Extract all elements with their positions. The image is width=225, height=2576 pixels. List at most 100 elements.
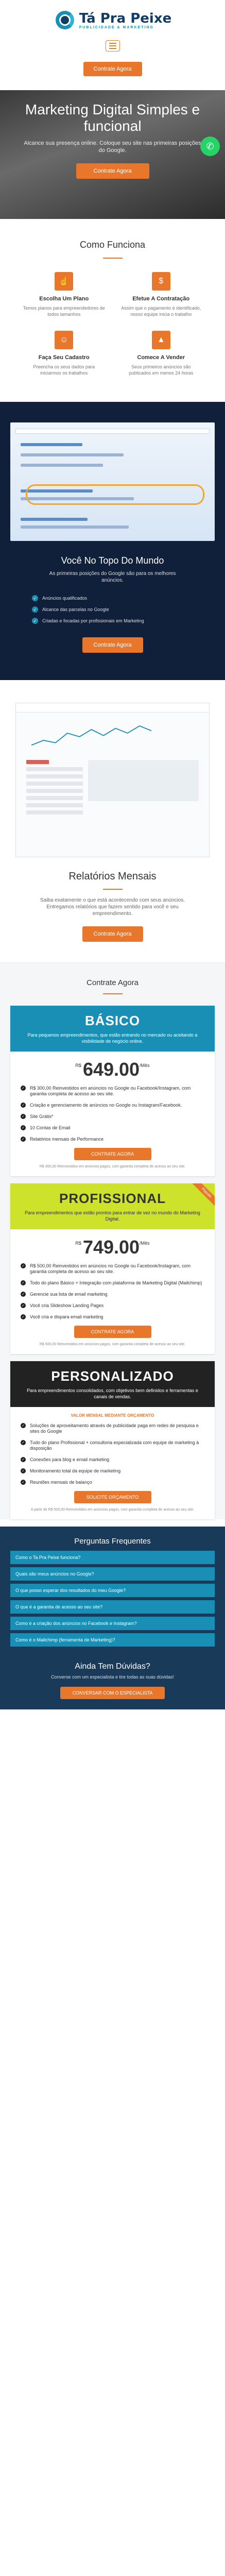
plan-feature: ✓ Conexões para blog e email marketing — [21, 1457, 204, 1463]
plan-note: R$ 500,00 Reinvestidos em anúncios pagos… — [39, 1343, 186, 1346]
section-divider — [102, 993, 123, 994]
feature-item: ☝ Escolha Um Plano Temos planos para emp… — [15, 272, 113, 317]
section-title: Contrate Agora — [86, 978, 139, 987]
report-chart — [31, 725, 152, 746]
check-icon: ✓ — [21, 1086, 26, 1091]
faq-question[interactable]: Como é a criação dos anúncios no Faceboo… — [10, 1617, 215, 1630]
check-icon: ✓ — [21, 1314, 26, 1319]
logo[interactable]: Tá Pra Peixe PUBLICIDADE & MARKETING — [0, 0, 225, 37]
check-icon: ✓ — [21, 1440, 26, 1445]
pricing-section: Contrate Agora BÁSICO Para pequenos empr… — [0, 963, 225, 1519]
check-icon: ✓ — [21, 1292, 26, 1297]
contratar-profissional-button[interactable]: CONTRATE AGORA — [74, 1326, 151, 1338]
check-icon: ✓ — [21, 1263, 26, 1268]
pointer-icon: ☝ — [55, 272, 74, 291]
page: Tá Pra Peixe PUBLICIDADE & MARKETING Con… — [0, 0, 225, 1771]
faq-question[interactable]: Quais são meus anúncios no Google? — [10, 1567, 215, 1581]
hamburger-menu-icon[interactable] — [105, 40, 120, 52]
faq-question[interactable]: Como o Ta Pra Peixe funciona? — [10, 1551, 215, 1564]
plan-price: R$ 749.00 /Mês — [75, 1236, 150, 1258]
plan-feature: ✓ Tudo do plano Profissional + consultori… — [21, 1440, 204, 1451]
plan-feature: ✓ Reuniões mensais de balanço — [21, 1480, 204, 1485]
como-funciona-section: Como Funciona ☝ Escolha Um Plano Temos p… — [0, 219, 225, 386]
feature-item: $ Efetue A Contratação Assim que o pagam… — [113, 272, 210, 317]
list-item: ✓ Anúncios qualificados — [32, 595, 225, 601]
report-dashboard-image — [15, 703, 210, 857]
hero-cta-button[interactable]: Contrate Agora — [76, 163, 149, 179]
faq-title: Perguntas Frequentes — [74, 1537, 151, 1546]
plan-name: BÁSICO — [84, 1013, 141, 1028]
plan-feature: ✓ R$ 300,00 Reinvestidos em anúncios no G… — [21, 1086, 204, 1097]
contratar-basico-button[interactable]: CONTRATE AGORA — [74, 1148, 151, 1160]
duvidas-text: Converse com um especialista e tire toda… — [50, 1674, 175, 1680]
relatorios-section: Relatórios Mensais Saiba exatamente o qu… — [0, 680, 225, 963]
section-divider — [102, 258, 123, 259]
check-icon: ✓ — [21, 1125, 26, 1130]
faq-question[interactable]: O que é a garantia de acesso ao seu site… — [10, 1600, 215, 1614]
plan-feature: ✓ Monitoramento total da equipe de market… — [21, 1468, 204, 1474]
feature-text: Seus primeiros anúncios são publicados e… — [129, 364, 194, 376]
report-table — [26, 760, 83, 822]
plan-note: R$ 300,00 Reinvestidos em anúncios pagos… — [39, 1165, 186, 1168]
relatorios-cta-button[interactable]: Contrate Agora — [82, 926, 143, 942]
plan-feature: ✓ Soluções de aproveitamento através de p… — [21, 1423, 204, 1434]
plan-desc: Para pequenos empreendimentos, que estão… — [27, 1032, 198, 1044]
faq-section: Perguntas Frequentes Como o Ta Pra Peixe… — [0, 1527, 225, 1653]
plan-price: R$ 649.00 /Mês — [75, 1059, 150, 1080]
check-icon: ✓ — [21, 1457, 26, 1462]
plan-name: PROFISSIONAL — [59, 1191, 166, 1206]
section-title: Como Funciona — [79, 240, 146, 250]
check-icon: ✓ — [32, 618, 38, 624]
feature-text: Assim que o pagamento é identificado, no… — [121, 306, 201, 317]
topo-section: Você No Topo Do Mundo As primeiras posiç… — [0, 402, 225, 680]
feature-title: Comece A Vender — [137, 354, 185, 361]
brand-name: Tá Pra Peixe — [79, 10, 172, 26]
footer — [0, 1709, 225, 1771]
plan-desc: Para empreendimentos consolidados, com o… — [27, 1388, 198, 1399]
faq-question[interactable]: O que posso esperar dos resultados do me… — [10, 1584, 215, 1597]
header-cta-button[interactable]: Contrate Agora — [83, 62, 142, 76]
whatsapp-icon[interactable]: ✆ — [200, 137, 220, 156]
plan-feature: ✓ Todo do plano Básico + Integração com p… — [21, 1280, 204, 1286]
check-icon: ✓ — [21, 1280, 26, 1285]
site-header: Tá Pra Peixe PUBLICIDADE & MARKETING Con… — [0, 0, 225, 90]
feature-title: Faça Seu Cadastro — [38, 354, 90, 361]
plan-name: PERSONALIZADO — [51, 1368, 174, 1384]
conversar-especialista-button[interactable]: CONVERSAR COM O ESPECIALISTA — [60, 1687, 165, 1699]
list-item: ✓ Alcance das parcelas no Google — [32, 606, 225, 613]
topo-title: Você No Topo Do Mundo — [61, 555, 164, 566]
plan-basico: BÁSICO Para pequenos empreendimentos, qu… — [10, 1006, 215, 1176]
plan-feature: ✓ R$ 500,00 Reinvestidos em anúncios no G… — [21, 1263, 204, 1275]
relatorios-title: Relatórios Mensais — [68, 871, 157, 882]
check-icon: ✓ — [21, 1423, 26, 1428]
topo-lead: As primeiras posições do Google são para… — [49, 571, 176, 583]
logo-mark-icon — [54, 9, 76, 31]
list-item: ✓ Criadas e focadas por profissionais em … — [32, 618, 225, 624]
plan-personalizado: PERSONALIZADO Para empreendimentos conso… — [10, 1361, 215, 1519]
plan-feature: ✓ Você cria Slideshow Landing Pages — [21, 1303, 204, 1309]
check-icon: ✓ — [32, 595, 38, 601]
feature-item: ▲ Comece A Vender Seus primeiros anúncio… — [113, 331, 210, 376]
plan-feature: ✓ Gerencie sua lista de email marketing — [21, 1292, 204, 1297]
duvidas-section: Ainda Tem Dúvidas? Converse com um espec… — [0, 1653, 225, 1709]
google-results-image — [10, 422, 215, 541]
feature-title: Escolha Um Plano — [39, 296, 89, 302]
valor-mensal-label: VALOR MENSAL MEDIANTE ORÇAMENTO — [71, 1413, 154, 1418]
faq-question[interactable]: Como é o Mailchimp (ferramenta de Market… — [10, 1633, 215, 1647]
hero-text: Alcance sua presença online. Coloque seu… — [24, 140, 201, 154]
solicite-orcamento-button[interactable]: SOLICITE ORÇAMENTO — [74, 1491, 151, 1503]
duvidas-title: Ainda Tem Dúvidas? — [75, 1662, 150, 1671]
plan-feature: ✓ Site Grátis* — [21, 1114, 204, 1120]
check-icon: ✓ — [21, 1303, 26, 1308]
highlight-circle — [26, 484, 204, 505]
check-icon: ✓ — [32, 606, 38, 613]
feature-title: Efetue A Contratação — [132, 296, 190, 302]
topo-cta-button[interactable]: Contrate Agora — [82, 637, 143, 653]
plan-feature: ✓ Você cria e dispara email marketing — [21, 1314, 204, 1320]
check-icon: ✓ — [21, 1137, 26, 1142]
check-icon: ✓ — [21, 1103, 26, 1108]
relatorios-text: Saiba exatamente o que está acontecendo … — [40, 897, 185, 917]
hero: Marketing Digital Simples e funcional Al… — [0, 90, 225, 219]
plan-desc: Para empreendimentos que estão prontos p… — [25, 1210, 200, 1222]
feature-item: ☺ Faça Seu Cadastro Preencha os seus dad… — [15, 331, 113, 376]
